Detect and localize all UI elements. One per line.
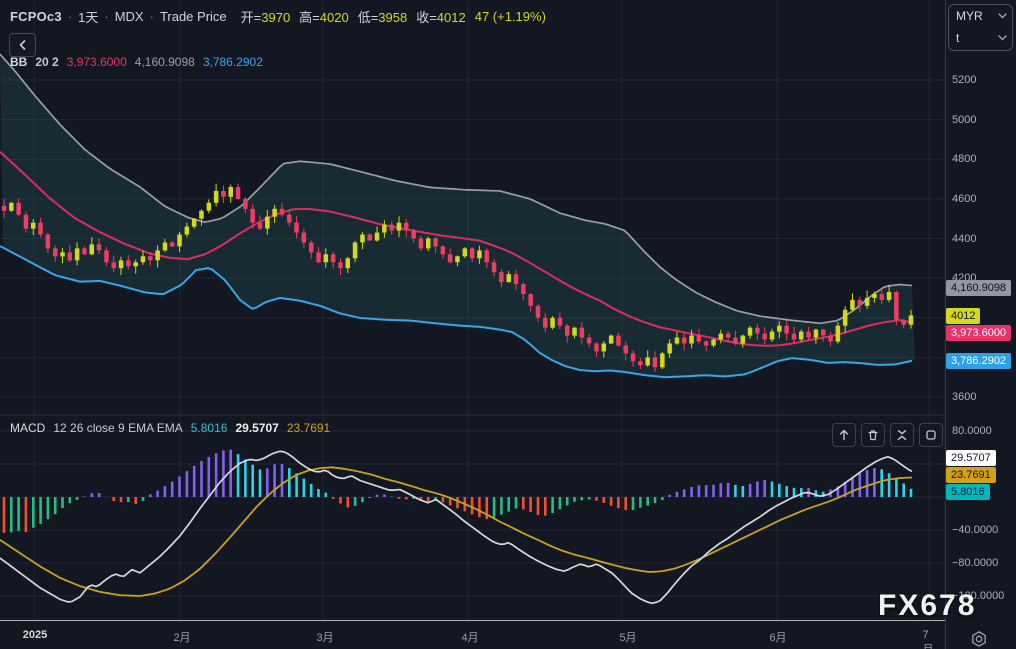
collapse-pane-button[interactable]: [890, 423, 914, 447]
delete-indicator-button[interactable]: [861, 423, 885, 447]
right-price-axis[interactable]: MYR t 5200 5000 4800 4600 4400 4200 3600 80.000…: [945, 0, 1016, 649]
price-axis-badge: 3,973.6000: [946, 325, 1012, 341]
close-value: 4012: [436, 9, 466, 25]
high-value: 4020: [319, 9, 349, 25]
time-axis-label: 7月: [922, 629, 934, 649]
separator-dot: ·: [104, 8, 109, 24]
bb-indicator-legend[interactable]: BB 20 2 3,973.6000 4,160.9098 3,786.2902: [10, 55, 263, 69]
interval-value[interactable]: 1天: [78, 7, 98, 26]
macd-title: MACD: [10, 421, 46, 435]
time-axis-label: 2月: [173, 632, 191, 644]
price-axis-tick: 4800: [952, 153, 977, 166]
price-axis-badge: 3,786.2902: [946, 353, 1012, 369]
bb-title: BB: [10, 55, 28, 69]
open-label: 开=: [240, 9, 262, 25]
change-value: 47 (+1.19%): [474, 8, 546, 24]
price-axis-tick: 5200: [952, 74, 977, 86]
fx678-watermark: FX678: [878, 589, 977, 622]
time-axis-separator: [0, 620, 1016, 621]
currency-unit-selector: MYR t: [948, 4, 1013, 51]
high-label: 高=: [299, 9, 320, 25]
price-axis-tick: 4400: [952, 232, 977, 245]
price-axis-tick: 5000: [952, 113, 977, 126]
exchange-name: MDX: [114, 8, 144, 24]
price-axis-tick: 3600: [952, 391, 977, 403]
currency-value: MYR: [956, 9, 983, 23]
time-axis[interactable]: 2025 2月 3月 4月 5月 6月 7月: [0, 622, 945, 649]
macd-axis-tick: 80.0000: [952, 425, 992, 437]
maximize-pane-button[interactable]: [919, 423, 943, 447]
time-axis-label: 5月: [619, 632, 637, 644]
separator-dot: ·: [149, 8, 154, 24]
price-axis-badge: 23.7691: [946, 467, 996, 483]
bb-lower-value: 3,786.2902: [202, 55, 263, 69]
arrow-up-icon: [839, 429, 849, 441]
currency-dropdown[interactable]: MYR: [949, 5, 1012, 27]
trash-icon: [868, 430, 878, 441]
price-axis-tick: 4600: [952, 192, 977, 205]
macd-axis-tick: −40.0000: [952, 524, 999, 536]
unit-value: t: [956, 31, 960, 45]
unit-dropdown[interactable]: t: [949, 27, 1012, 49]
move-pane-up-button[interactable]: [832, 423, 856, 447]
maximize-icon: [926, 430, 936, 440]
symbol-header: FCPOc3 · 1天 · MDX · Trade Price 开=3970 高…: [10, 7, 546, 25]
symbol-name[interactable]: FCPOc3: [10, 9, 62, 24]
macd-line-value: 29.5707: [235, 421, 279, 435]
ohlc-readout: 开=3970 高=4020 低=3958 收=4012: [241, 7, 475, 26]
low-value: 3958: [378, 9, 408, 25]
macd-params: 12 26 close 9 EMA EMA: [53, 421, 183, 435]
time-axis-label: 2025: [22, 629, 48, 641]
macd-hist-value: 5.8016: [190, 421, 228, 435]
time-axis-label: 3月: [316, 632, 334, 644]
macd-histogram: [2, 449, 913, 533]
chevron-down-icon: [998, 13, 1007, 19]
price-axis-badge: 4012: [946, 308, 981, 324]
price-axis-badge: 5.8016: [946, 484, 990, 500]
bb-basis-value: 3,973.6000: [66, 55, 127, 69]
close-label: 收=: [416, 9, 437, 25]
price-axis-badge: 4,160.9098: [946, 280, 1012, 296]
price-axis-badge: 29.5707: [946, 450, 996, 466]
open-value: 3970: [261, 9, 291, 25]
bb-params: 20 2: [35, 55, 59, 69]
time-axis-label: 6月: [769, 632, 787, 644]
price-type-label: Trade Price: [159, 8, 227, 24]
chart-canvas[interactable]: [0, 0, 945, 622]
macd-signal-value: 23.7691: [286, 421, 331, 435]
chevron-left-icon: [19, 40, 25, 50]
bb-upper-value: 4,160.9098: [134, 55, 195, 69]
chart-root: FCPOc3 · 1天 · MDX · Trade Price 开=3970 高…: [0, 0, 1016, 649]
time-axis-label: 4月: [461, 632, 479, 644]
collapse-icon: [897, 430, 907, 440]
low-label: 低=: [357, 9, 379, 25]
back-button[interactable]: [9, 33, 36, 57]
separator-dot: ·: [67, 8, 73, 24]
chevron-down-icon: [998, 35, 1007, 41]
macd-pane-toolbar: [832, 423, 943, 447]
settings-gear-icon[interactable]: [970, 630, 988, 648]
macd-axis-tick: −80.0000: [952, 557, 999, 569]
macd-indicator-legend[interactable]: MACD 12 26 close 9 EMA EMA 5.8016 29.570…: [10, 421, 330, 435]
